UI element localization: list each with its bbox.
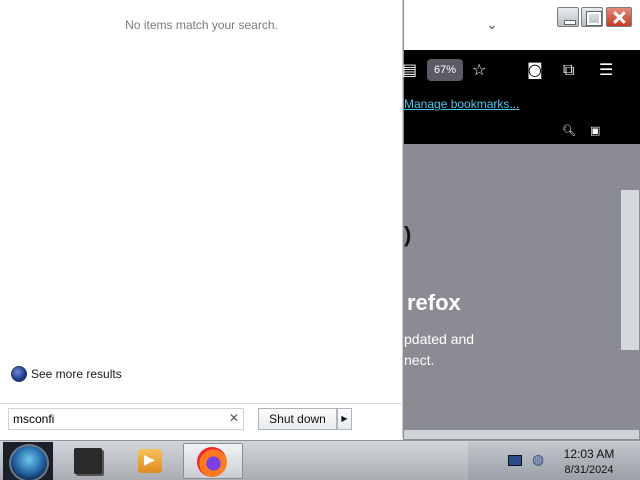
search-input[interactable] xyxy=(13,411,223,427)
firefox-toolbar: ▤ 67% ☆ ◙ ⧉ ☰ xyxy=(402,50,640,92)
firefox-window: ⌄ ▤ 67% ☆ ◙ ⧉ ☰ Manage bookmarks... 🔍︎ ▣… xyxy=(402,0,640,440)
page-content: ) refox pdated and nect. xyxy=(404,144,640,430)
page-heading: refox xyxy=(407,290,461,315)
taskbar-app-command-prompt[interactable] xyxy=(60,443,118,479)
system-tray: ◍ 12:03 AM 8/31/2024 xyxy=(468,442,640,480)
start-menu-pane: No items match your search. See more res… xyxy=(0,0,403,438)
page-text-line: pdated and xyxy=(404,331,475,347)
see-more-results-label: See more results xyxy=(31,367,122,381)
shut-down-button[interactable]: Shut down xyxy=(258,408,337,430)
close-window-button[interactable] xyxy=(606,7,632,27)
close-icon[interactable]: ✕ xyxy=(229,411,239,425)
partial-glyph: ) xyxy=(404,222,412,247)
search-box[interactable]: ✕ xyxy=(8,408,244,430)
keyboard-icon[interactable] xyxy=(508,455,522,466)
taskbar-app-firefox[interactable] xyxy=(183,443,243,479)
shut-down-options-arrow-icon[interactable]: ▶ xyxy=(337,408,352,430)
pocket-icon[interactable]: ◙ xyxy=(527,60,543,80)
page-text-line: nect. xyxy=(404,352,435,368)
no-results-message: No items match your search. xyxy=(125,18,278,32)
globe-icon xyxy=(11,366,27,382)
network-icon[interactable]: ◍ xyxy=(532,452,544,468)
maximize-button[interactable] xyxy=(581,7,603,27)
reader-view-icon[interactable]: ▤ xyxy=(402,60,417,80)
see-more-results-link[interactable]: See more results xyxy=(11,366,122,382)
start-button[interactable] xyxy=(3,442,53,480)
manage-bookmarks-link[interactable]: Manage bookmarks... xyxy=(404,97,519,111)
search-icon[interactable]: 🔍︎ xyxy=(562,124,576,137)
page-header-bar: 🔍︎ ▣ xyxy=(404,118,640,144)
terminal-icon xyxy=(74,448,102,474)
minimize-button[interactable] xyxy=(557,7,579,27)
bag-icon[interactable]: ▣ xyxy=(590,124,600,137)
extensions-icon[interactable]: ⧉ xyxy=(563,60,574,80)
bookmark-star-icon[interactable]: ☆ xyxy=(472,60,486,80)
divider xyxy=(0,403,403,404)
bookmarks-toolbar: Manage bookmarks... xyxy=(404,92,640,118)
firefox-icon xyxy=(197,447,227,477)
hamburger-menu-icon[interactable]: ☰ xyxy=(599,60,613,80)
firefox-titlebar[interactable]: ⌄ xyxy=(404,0,640,50)
scrollbar-thumb[interactable] xyxy=(621,190,639,350)
clock-date[interactable]: 8/31/2024 xyxy=(558,464,620,476)
zoom-level-badge[interactable]: 67% xyxy=(427,59,463,81)
list-all-tabs-chevron-icon[interactable]: ⌄ xyxy=(486,17,498,33)
taskbar-app-media-center[interactable] xyxy=(120,443,178,479)
clock-time[interactable]: 12:03 AM xyxy=(558,447,620,461)
taskbar: ◍ 12:03 AM 8/31/2024 xyxy=(0,440,640,480)
media-icon xyxy=(138,449,162,473)
